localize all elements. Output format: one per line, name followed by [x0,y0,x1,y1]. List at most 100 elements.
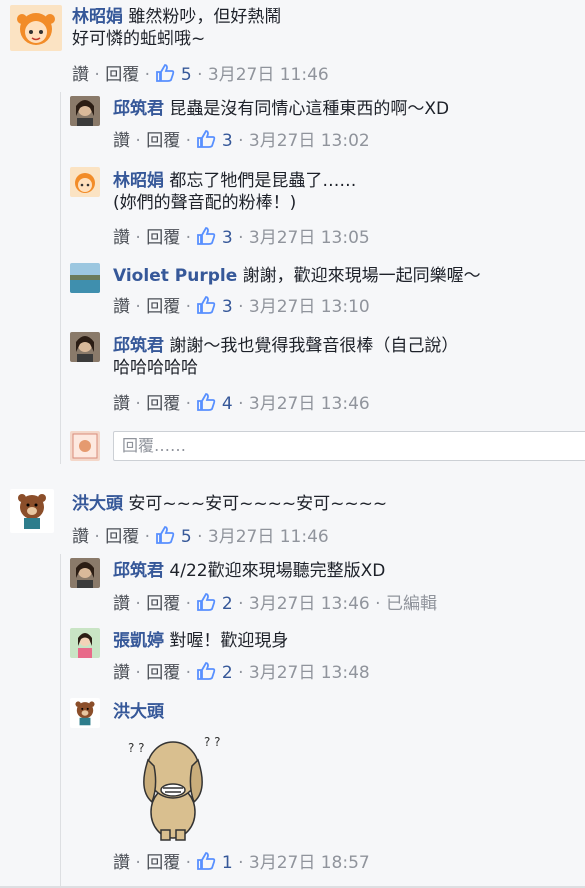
like-button[interactable]: 讚 [113,297,130,317]
reply-author[interactable]: Violet Purple [113,266,237,286]
separator: · [185,853,192,873]
reply-text-line2: 哈哈哈哈哈 [113,358,198,378]
like-button[interactable]: 讚 [72,65,89,85]
avatar-photo-woman-icon [70,558,100,588]
like-button[interactable]: 讚 [72,527,89,547]
like-button[interactable]: 讚 [113,131,130,151]
avatar-hong-da-tou[interactable] [70,698,100,728]
reply-author[interactable]: 張凱婷 [113,631,164,651]
reply-actions: 讚 · 回覆 · 4 · 3月27日 13:46 [113,392,370,415]
timestamp[interactable]: 3月27日 13:02 [249,131,370,151]
avatar-photo-woman-icon [70,332,100,362]
like-count[interactable]: 3 [222,131,233,151]
avatar-qiu-zhu-jun[interactable] [70,558,100,588]
thumbs-up-icon [197,593,216,611]
reply-author[interactable]: 林昭娟 [113,171,164,191]
reply-button[interactable]: 回覆 [146,131,180,151]
reply-button[interactable]: 回覆 [146,228,180,248]
separator: · [135,853,141,873]
timestamp[interactable]: 3月27日 13:46 [249,594,370,614]
like-button[interactable]: 讚 [113,394,130,414]
timestamp[interactable]: 3月27日 13:10 [249,297,370,317]
timestamp[interactable]: 3月27日 11:46 [208,527,329,547]
reply-text-line2: (妳們的聲音配的粉棒！) [113,193,297,213]
avatar-zhang-kai-ting[interactable] [70,628,100,658]
separator: · [238,394,244,414]
separator: · [238,594,244,614]
comment-text: 雖然粉吵，但好熱鬧 [128,7,282,27]
reply-button[interactable]: 回覆 [105,65,139,85]
thumbs-up-icon [197,296,216,314]
thumbs-up-icon [156,526,175,544]
timestamp[interactable]: 3月27日 18:57 [249,853,370,873]
reply-author[interactable]: 洪大頭 [113,702,164,722]
avatar-lin-zhao-juan[interactable] [70,167,100,197]
separator: · [185,131,192,151]
avatar-lin-zhao-juan[interactable] [10,5,62,51]
separator: · [135,297,141,317]
separator: · [238,131,244,151]
reply-button[interactable]: 回覆 [105,527,139,547]
reply-text: 都忘了牠們是昆蟲了…… [169,171,357,191]
reply-button[interactable]: 回覆 [146,853,180,873]
separator: · [197,527,203,547]
timestamp[interactable]: 3月27日 11:46 [208,65,329,85]
like-button[interactable]: 讚 [113,228,130,248]
thread-indent-line [60,554,61,888]
comment-author[interactable]: 林昭娟 [72,7,123,27]
reply-actions: 讚 · 回覆 · 3 · 3月27日 13:10 [113,295,370,318]
timestamp[interactable]: 3月27日 13:46 [249,394,370,414]
avatar-cartoon-girl-icon [10,5,62,51]
separator: · [135,131,141,151]
avatar-violet-purple[interactable] [70,263,100,293]
avatar-qiu-zhu-jun[interactable] [70,96,100,126]
separator: · [135,663,141,683]
separator: · [185,228,192,248]
reply-author[interactable]: 邱筑君 [113,561,164,581]
like-count[interactable]: 2 [222,594,233,614]
bear-sticker[interactable]: ? ? ? ? [118,730,228,842]
reply-input-placeholder: 回覆…… [122,436,187,455]
svg-text:? ?: ? ? [204,735,221,749]
reply-input[interactable]: 回覆…… [113,431,585,461]
svg-text:? ?: ? ? [128,741,145,755]
separator: · [185,594,192,614]
bear-sticker-icon: ? ? ? ? [128,735,221,841]
reply-button[interactable]: 回覆 [146,594,180,614]
separator: · [197,65,203,85]
reply-button[interactable]: 回覆 [146,663,180,683]
reply-button[interactable]: 回覆 [146,394,180,414]
comment-author[interactable]: 洪大頭 [72,494,123,514]
like-button[interactable]: 讚 [113,853,130,873]
timestamp[interactable]: 3月27日 13:05 [249,228,370,248]
reply-author[interactable]: 邱筑君 [113,336,164,356]
like-button[interactable]: 讚 [113,594,130,614]
separator: · [135,594,141,614]
thumbs-up-icon [197,852,216,870]
edited-label[interactable]: 已編輯 [386,594,437,614]
thread-indent-line [60,92,61,464]
avatar-qiu-zhu-jun[interactable] [70,332,100,362]
timestamp[interactable]: 3月27日 13:48 [249,663,370,683]
like-count[interactable]: 1 [222,853,233,873]
reply-author[interactable]: 邱筑君 [113,99,164,119]
reply-actions: 讚 · 回覆 · 2 · 3月27日 13:46 · 已編輯 [113,592,437,615]
reply-actions: 讚 · 回覆 · 2 · 3月27日 13:48 [113,661,370,684]
like-count[interactable]: 5 [181,65,192,85]
thumbs-up-icon [197,393,216,411]
like-count[interactable]: 3 [222,228,233,248]
like-count[interactable]: 5 [181,527,192,547]
avatar-hong-da-tou[interactable] [10,489,54,533]
like-count[interactable]: 2 [222,663,233,683]
reply-actions: 讚 · 回覆 · 1 · 3月27日 18:57 [113,851,370,874]
reply-actions: 讚 · 回覆 · 3 · 3月27日 13:02 [113,129,370,152]
separator: · [238,853,244,873]
avatar-bear-icon [70,698,100,728]
like-button[interactable]: 讚 [113,663,130,683]
reply-text: 謝謝，歡迎來現場一起同樂喔～ [242,266,481,286]
separator: · [135,394,141,414]
separator: · [135,228,141,248]
like-count[interactable]: 3 [222,297,233,317]
like-count[interactable]: 4 [222,394,233,414]
reply-button[interactable]: 回覆 [146,297,180,317]
